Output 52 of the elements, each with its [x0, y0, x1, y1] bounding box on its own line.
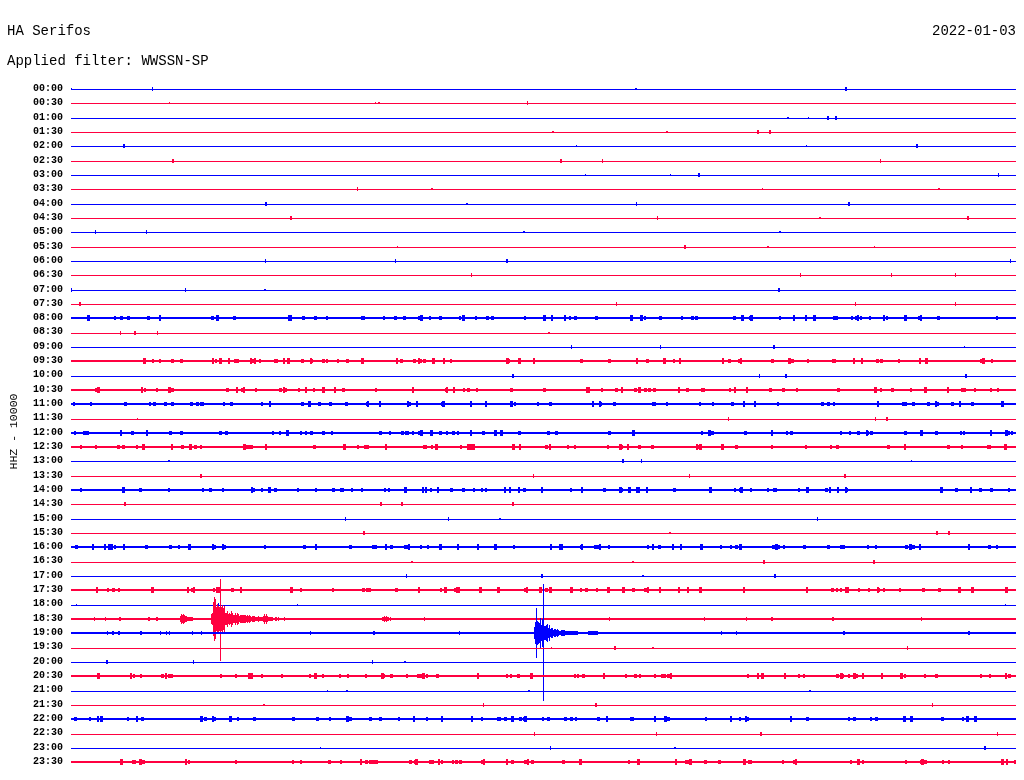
station-title: HA Serifos — [7, 22, 91, 40]
time-label: 22:00 — [32, 712, 63, 725]
date-label: 2022-01-03 — [932, 22, 1016, 40]
time-label: 11:00 — [32, 398, 63, 411]
time-label: 05:30 — [32, 240, 63, 253]
time-label: 06:00 — [32, 254, 63, 267]
time-label: 21:30 — [32, 698, 63, 711]
time-label: 13:00 — [32, 455, 63, 468]
time-label: 03:30 — [32, 183, 63, 196]
time-label: 10:00 — [32, 369, 63, 382]
time-label: 19:30 — [32, 641, 63, 654]
time-label: 05:00 — [32, 226, 63, 239]
time-label: 14:00 — [32, 483, 63, 496]
time-label: 18:30 — [32, 612, 63, 625]
time-label: 12:00 — [32, 426, 63, 439]
time-label: 04:30 — [32, 211, 63, 224]
time-label: 13:30 — [32, 469, 63, 482]
time-label: 23:30 — [32, 755, 63, 768]
filter-label: Applied filter: WWSSN-SP — [7, 52, 209, 70]
time-label: 04:00 — [32, 197, 63, 210]
time-label: 07:00 — [32, 283, 63, 296]
time-label: 09:30 — [32, 355, 63, 368]
time-label: 15:00 — [32, 512, 63, 525]
time-label: 20:30 — [32, 669, 63, 682]
time-label: 00:30 — [32, 97, 63, 110]
time-label: 02:00 — [32, 140, 63, 153]
axis-label: HHZ - 10000 — [7, 393, 21, 469]
time-label: 06:30 — [32, 269, 63, 282]
time-label: 10:30 — [32, 383, 63, 396]
time-label: 08:00 — [32, 312, 63, 325]
time-label: 01:00 — [32, 111, 63, 124]
time-label: 07:30 — [32, 297, 63, 310]
time-label: 00:00 — [32, 83, 63, 96]
time-label: 17:00 — [32, 569, 63, 582]
time-label: 18:00 — [32, 598, 63, 611]
time-label: 15:30 — [32, 526, 63, 539]
time-label: 17:30 — [32, 584, 63, 597]
time-label: 16:00 — [32, 541, 63, 554]
time-label: 22:30 — [32, 727, 63, 740]
time-label: 12:30 — [32, 440, 63, 453]
time-label: 23:00 — [32, 741, 63, 754]
time-label: 14:30 — [32, 498, 63, 511]
time-label: 11:30 — [32, 412, 63, 425]
time-label: 21:00 — [32, 684, 63, 697]
time-label: 09:00 — [32, 340, 63, 353]
time-label: 01:30 — [32, 126, 63, 139]
time-label: 19:00 — [32, 627, 63, 640]
time-label: 08:30 — [32, 326, 63, 339]
time-label: 16:30 — [32, 555, 63, 568]
time-label: 20:00 — [32, 655, 63, 668]
time-label: 02:30 — [32, 154, 63, 167]
time-label: 03:00 — [32, 169, 63, 182]
